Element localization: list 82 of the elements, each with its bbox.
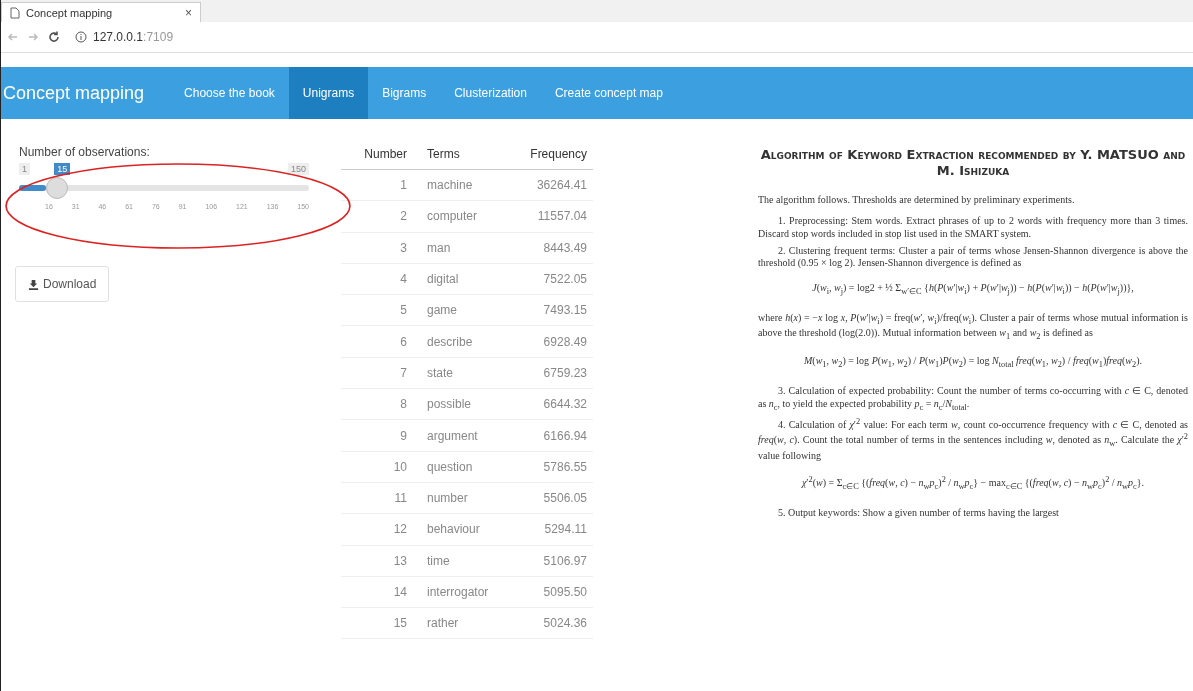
slider-min: 1	[19, 163, 30, 175]
table-cell: number	[413, 482, 511, 514]
table-cell: question	[413, 451, 511, 483]
table-cell: 11	[341, 482, 413, 514]
paragraph: where h(x) = −x log x, P(w′|w$_{i}$) = freq(w′, w$_{i}$)/freq(w$_{i}$). Cluster a pair of terms whose mutual information is above the threshold (log(2.0)). Mutual information between w$_{1}$ and w$_{2}$ is defined as	[758, 311, 1188, 344]
table-cell: 6166.94	[510, 419, 593, 452]
table-cell: 5506.05	[510, 482, 593, 514]
table-cell: behaviour	[413, 513, 511, 546]
table-cell: 10	[341, 451, 413, 483]
table-cell: 5095.50	[510, 576, 593, 608]
table-cell: machine	[413, 169, 511, 201]
table-cell: game	[413, 294, 511, 326]
table-cell: 6759.23	[510, 357, 593, 389]
table-cell: 9	[341, 419, 413, 452]
table-cell: 7	[341, 357, 413, 389]
table-cell: 5	[341, 294, 413, 326]
paragraph: The algorithm follows. Thresholds are determined by preliminary experiments.	[758, 194, 1076, 207]
table-cell: man	[413, 232, 511, 264]
table-cell: 6644.32	[510, 388, 593, 420]
table-cell: argument	[413, 419, 511, 452]
brand-title[interactable]: Concept mapping	[3, 67, 171, 119]
table-cell: 7493.15	[510, 294, 593, 326]
table-cell: 8443.49	[510, 232, 593, 264]
table-cell: interrogator	[413, 576, 511, 608]
formula: χ′$^{2}$(w) = Σ$_{c∈C}$ {(freq(w, c) − n$_{w}$p$_{c}$)$^{2}$ / n$_{w}$p$_{c}$} − max$_{c∈C}$ {(freq(w, c) − n$_{w}$p$_{c}$)$^{2}$ / n$_{w}$p$_{c}$}.	[800, 475, 1146, 494]
table-cell: time	[413, 545, 511, 577]
paragraph: 5. Output keywords: Show a given number of terms having the largest	[777, 507, 1060, 520]
table-cell: 12	[341, 513, 413, 546]
slider-max: 150	[287, 163, 309, 175]
column-header: Terms	[413, 139, 511, 170]
table-cell: 13	[341, 545, 413, 577]
table-cell: 5106.97	[510, 545, 593, 577]
download-button[interactable]: Download	[15, 266, 110, 302]
slider-label: Number of observations:	[19, 145, 151, 159]
back-icon[interactable]	[7, 31, 19, 43]
table-cell: 14	[341, 576, 413, 608]
nav-tab[interactable]: Bigrams	[368, 67, 441, 119]
table-cell: describe	[413, 326, 511, 358]
slider-value: 15	[54, 163, 71, 175]
column-header: Frequency	[510, 139, 593, 170]
info-icon	[75, 31, 87, 43]
document-title: Algorithm of Keyword Extraction recommended by Y. MATSUO and M. Ishizuka	[759, 147, 1187, 179]
forward-icon[interactable]	[27, 31, 39, 43]
nav-tab[interactable]: Clusterization	[440, 67, 541, 119]
table-cell: 4	[341, 263, 413, 295]
column-header: Number	[341, 139, 413, 170]
table-cell: computer	[413, 200, 511, 233]
table-cell: digital	[413, 263, 511, 295]
paragraph: 1. Preprocessing: Stem words. Extract phrases of up to 2 words with frequency more than 3 times. Discard stop words included in stop list used in the SMART system.	[758, 215, 1188, 241]
paragraph: 2. Clustering frequent terms: Cluster a pair of terms whose Jensen-Shannon divergence is above the threshold (0.95 × log 2). Jensen-Shannon divergence is defined as	[758, 244, 1188, 271]
nav-tab[interactable]: Create concept map	[540, 67, 677, 119]
table-cell: 6928.49	[510, 326, 593, 358]
download-icon	[28, 278, 39, 290]
paragraph: 4. Calculation of χ′$^{2}$ value: For each term w, count co-occurrence frequency with c ∈ C, denoted as freq(w, c). Count the total number of terms in the sentences including w, denoted as n$_{w}$. Calculate the χ′$^{2}$ value following	[758, 417, 1188, 464]
browser-tab[interactable]: Concept mapping ×	[1, 2, 201, 22]
table-cell: 5786.55	[510, 451, 593, 483]
address-field[interactable]: 127.0.0.1:7109	[69, 26, 1187, 48]
slider-track[interactable]	[19, 177, 309, 199]
table-cell: 5294.11	[510, 513, 593, 546]
table-cell: 5024.36	[510, 607, 593, 639]
table-cell: 1	[341, 169, 413, 201]
paragraph: 3. Calculation of expected probability: Count the number of terms co-occurring with c ∈ C, denoted as n$_{c}$, to yield the expected probability p$_{c}$ = n$_{c}$/N$_{total}$.	[758, 384, 1188, 414]
table-cell: possible	[413, 388, 511, 420]
table-cell: rather	[413, 607, 511, 639]
nav-tab[interactable]: Unigrams	[288, 67, 369, 119]
table-cell: 7522.05	[510, 263, 593, 295]
nav-tab[interactable]: Choose the book	[170, 67, 289, 119]
reload-icon[interactable]	[47, 30, 61, 44]
table-cell: 3	[341, 232, 413, 264]
table-cell: 36264.41	[510, 169, 593, 201]
formula: M(w$_{1}$, w$_{2}$) = log P(w$_{1}$, w$_{2}$) / P(w$_{1}$)P(w$_{2}$) = log N$_{total}$ freq(w$_{1}$, w$_{2}$) / freq(w$_{1}$)freq(w$_{2}$).	[803, 355, 1143, 371]
slider-handle[interactable]	[46, 177, 69, 199]
table-cell: state	[413, 357, 511, 389]
formula: J(w$_{i}$, w$_{j}$) = log2 + ½ Σ$_{w′∈C}$ {h(P(w′|w$_{i}$) + P(w′|w$_{j}$)) − h(P(w′|w$_{i}$)) − h(P(w′|w$_{j}$))},	[811, 282, 1135, 298]
table-cell: 2	[341, 200, 413, 233]
table-cell: 15	[341, 607, 413, 639]
close-icon[interactable]: ×	[185, 5, 192, 20]
tab-title: Concept mapping	[26, 6, 114, 19]
table-cell: 8	[341, 388, 413, 420]
page-icon	[10, 6, 20, 19]
table-cell: 11557.04	[510, 200, 593, 233]
table-cell: 6	[341, 326, 413, 358]
